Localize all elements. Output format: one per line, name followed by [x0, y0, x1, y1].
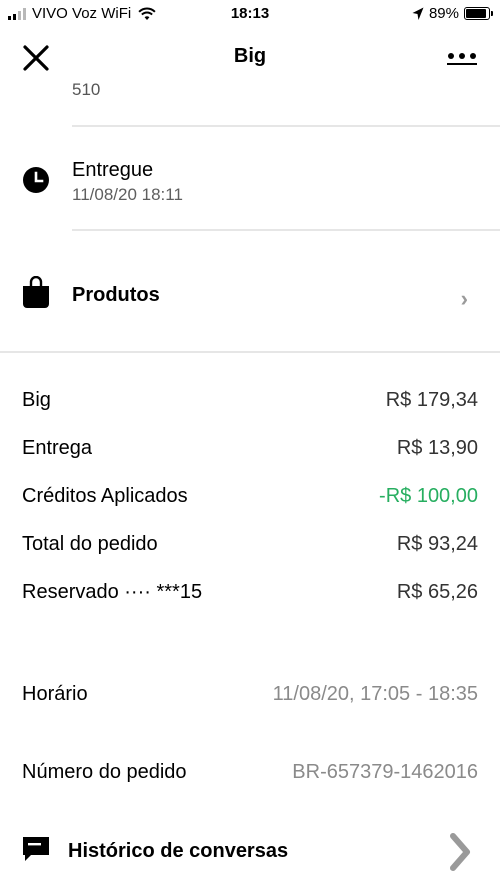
chevron-right-icon [450, 833, 470, 871]
delivery-status-label: Entregue [72, 159, 154, 181]
summary-row-total: Total do pedido R$ 93,24 [22, 529, 478, 559]
status-bar: VIVO Voz WiFi 18:13 89% [0, 0, 500, 30]
delivery-status-time: 11/08/20 18:11 [72, 185, 183, 204]
detail-value: BR-657379-1462016 [292, 760, 478, 783]
summary-label: Créditos Aplicados [22, 484, 188, 507]
chat-history-row[interactable]: Histórico de conversas [0, 828, 500, 878]
summary-label: Reservado ···· ***15 [22, 580, 203, 603]
summary-value: R$ 13,90 [396, 436, 478, 459]
summary-label: Big [22, 388, 51, 411]
summary-row-reserved: Reservado ···· ***15 R$ 65,26 [22, 577, 478, 607]
detail-label: Número do pedido [22, 760, 187, 783]
status-right: 89% [412, 5, 493, 22]
bag-icon [23, 276, 49, 308]
chat-icon [23, 837, 49, 861]
chat-history-label: Histórico de conversas [68, 840, 289, 862]
summary-value: R$ 179,34 [385, 388, 478, 411]
clock-icon [23, 167, 49, 193]
section-divider [0, 351, 500, 353]
summary-label: Entrega [22, 436, 93, 459]
summary-row-credits: Créditos Aplicados -R$ 100,00 [22, 481, 478, 511]
detail-row-order-number: Número do pedido BR-657379-1462016 [22, 757, 478, 787]
summary-row-store: Big R$ 179,34 [22, 385, 478, 415]
summary-row-delivery: Entrega R$ 13,90 [22, 433, 478, 463]
chevron-right-icon: › [460, 286, 468, 311]
more-options-icon[interactable] [446, 50, 478, 66]
nav-bar: Big [0, 30, 500, 84]
battery-fill [466, 9, 486, 18]
detail-row-time: Horário 11/08/20, 17:05 - 18:35 [22, 679, 478, 709]
credit-value: -R$ 100,00 [379, 484, 478, 507]
detail-label: Horário [22, 682, 88, 705]
divider [72, 125, 500, 127]
summary-label: Total do pedido [22, 532, 158, 555]
page-title: Big [233, 45, 267, 67]
products-label: Produtos [72, 284, 160, 306]
divider [72, 229, 500, 231]
products-row[interactable]: Produtos › [0, 262, 500, 328]
summary-value: R$ 65,26 [396, 580, 478, 603]
summary-value: R$ 93,24 [396, 532, 478, 555]
address-line: 510 [72, 80, 101, 99]
location-arrow-icon [412, 7, 424, 20]
detail-value: 11/08/20, 17:05 - 18:35 [272, 682, 478, 705]
battery-icon [464, 7, 493, 20]
battery-percent: 89% [428, 5, 459, 22]
